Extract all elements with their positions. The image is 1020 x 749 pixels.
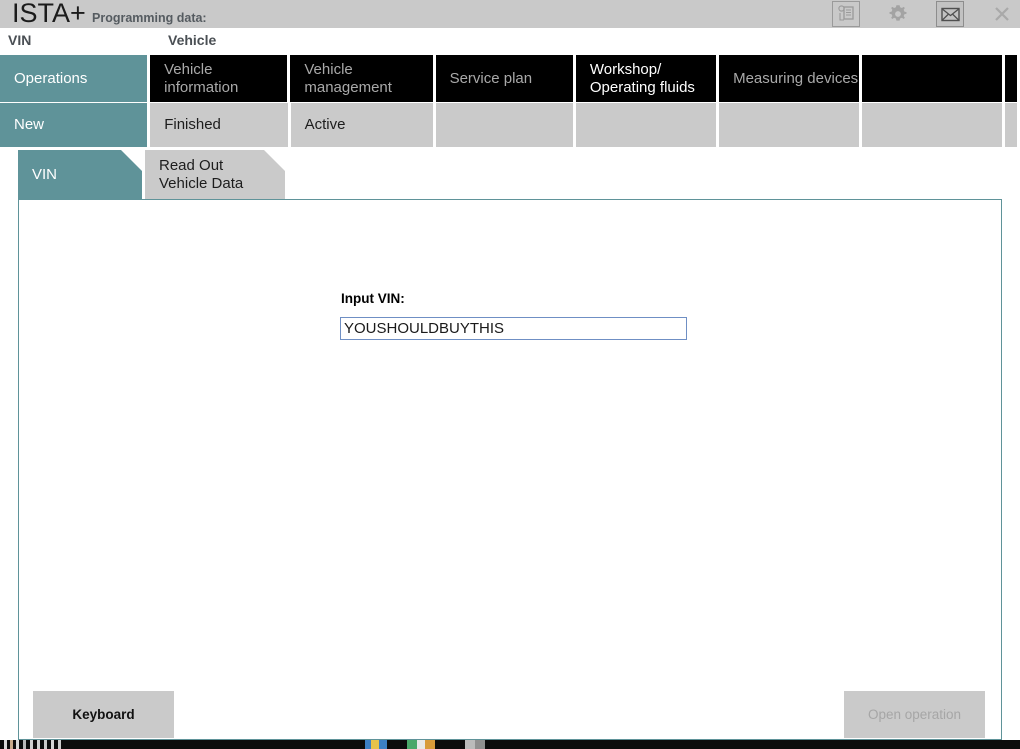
tab-vehicle-management[interactable]: Vehicle management: [290, 55, 433, 102]
taskbar-icons-left: [4, 740, 64, 749]
tab-new[interactable]: New: [0, 103, 148, 147]
os-taskbar-sliver: [0, 740, 1020, 749]
tab-finished[interactable]: Finished: [150, 103, 288, 147]
app-title: ISTA+: [12, 0, 86, 28]
titlebar-icon-group: [832, 0, 1016, 28]
open-operation-button: Open operation: [844, 691, 985, 738]
tab-label: Finished: [164, 116, 221, 134]
tab-empty: [719, 103, 860, 147]
breadcrumb: VIN Vehicle: [0, 28, 1020, 55]
tab-label: Active: [304, 116, 346, 134]
breadcrumb-item-vin: VIN: [8, 32, 32, 48]
tab-label: New: [14, 116, 45, 134]
tab-empty: [1005, 103, 1017, 147]
programming-data-label: Programming data:: [92, 11, 207, 25]
tab-workshop-operating-fluids[interactable]: Workshop/ Operating fluids: [575, 55, 717, 102]
tab-active[interactable]: Active: [290, 103, 433, 147]
tertiary-tab-bar: VIN Read Out Vehicle Data: [18, 150, 288, 200]
tab-label: Operations: [14, 69, 88, 87]
tab-label: Vehicle management: [304, 60, 392, 96]
input-vin-label: Input VIN:: [341, 291, 405, 306]
primary-tab-bar: Operations Vehicle information Vehicle man…: [0, 55, 1020, 102]
tab-label: VIN: [32, 165, 58, 183]
tab-empty: [576, 103, 717, 147]
tab-read-out-vehicle-data[interactable]: Read Out Vehicle Data: [145, 150, 285, 200]
gear-icon[interactable]: [884, 1, 912, 27]
secondary-tab-bar: New Finished Active: [0, 103, 1020, 147]
taskbar-right: [980, 740, 1020, 749]
tab-label: Workshop/ Operating fluids: [589, 60, 695, 96]
tab-label: Read Out Vehicle Data: [159, 156, 244, 192]
tab-empty: [862, 55, 1003, 102]
tab-service-plan[interactable]: Service plan: [435, 55, 573, 102]
tab-measuring-devices[interactable]: Measuring devices: [719, 55, 860, 102]
documents-history-icon[interactable]: [832, 1, 860, 27]
tab-label: Service plan: [449, 69, 533, 87]
keyboard-button[interactable]: Keyboard: [33, 691, 174, 738]
vin-input[interactable]: [340, 317, 687, 340]
title-bar: ISTA+ Programming data:: [0, 0, 1020, 28]
tab-vin[interactable]: VIN: [18, 150, 142, 200]
tab-empty: [862, 103, 1003, 147]
envelope-icon[interactable]: [936, 1, 964, 27]
breadcrumb-item-vehicle: Vehicle: [168, 32, 217, 48]
tab-label: Vehicle information: [164, 60, 239, 96]
close-icon[interactable]: [988, 1, 1016, 27]
tab-empty: [1005, 55, 1018, 102]
tab-empty: [435, 103, 574, 147]
tab-label: Measuring devices: [733, 69, 859, 87]
tab-operations[interactable]: Operations: [0, 55, 148, 102]
tab-vehicle-information[interactable]: Vehicle information: [150, 55, 288, 102]
taskbar-icons-center: [335, 740, 570, 749]
main-content-panel: Input VIN: Keyboard Open operation: [18, 199, 1002, 740]
